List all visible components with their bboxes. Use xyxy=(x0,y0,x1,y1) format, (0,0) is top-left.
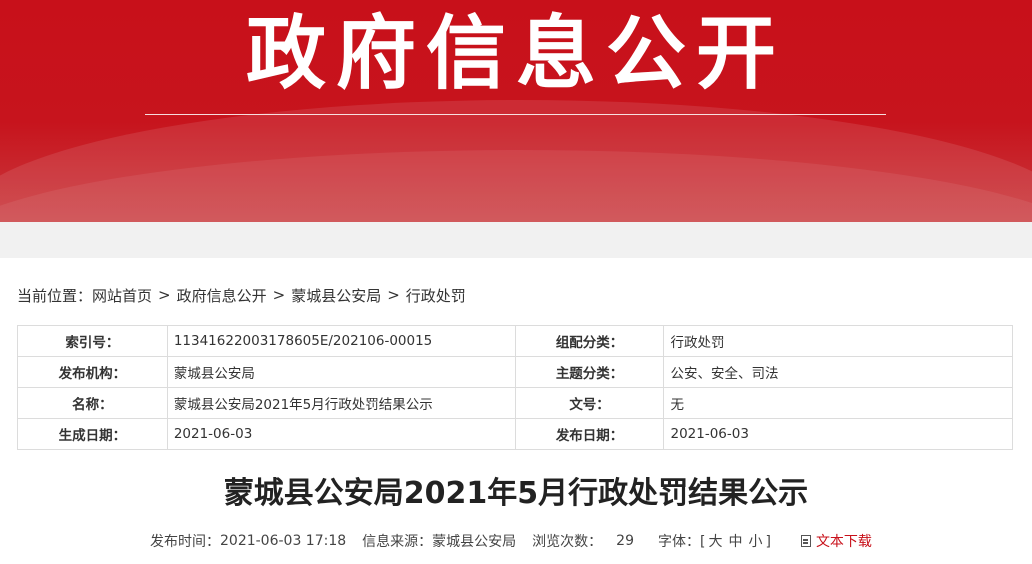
breadcrumb-admin-penalty[interactable]: 行政处罚 xyxy=(406,285,466,306)
text-download-link[interactable]: 文本下载 xyxy=(800,531,872,551)
views-count: 29 xyxy=(616,533,634,549)
text-download-label: 文本下载 xyxy=(815,534,872,550)
topic-value: 公安、安全、司法 xyxy=(663,356,1013,388)
breadcrumb-home[interactable]: 网站首页 xyxy=(92,285,152,306)
index-number-label: 索引号： xyxy=(17,325,168,357)
category-value: 行政处罚 xyxy=(663,325,1013,357)
font-size-small[interactable]: 小 xyxy=(748,534,762,550)
name-value: 蒙城县公安局2021年5月行政处罚结果公示 xyxy=(166,387,516,419)
publish-date-value: 2021-06-03 xyxy=(663,418,1013,450)
source-value: 蒙城县公安局 xyxy=(432,534,517,550)
font-size-close-bracket: ] xyxy=(765,534,771,550)
article-info-bar: 发布时间： 2021-06-03 17:18 信息来源： 蒙城县公安局 浏览次数… xyxy=(150,530,872,552)
font-size-large[interactable]: 大 xyxy=(708,534,722,550)
document-metadata-table: 索引号： 11341622003178605E/202106-00015 组配分… xyxy=(17,325,1013,450)
publish-time-value: 2021-06-03 17:18 xyxy=(220,533,347,549)
created-date-value: 2021-06-03 xyxy=(166,418,516,450)
breadcrumb-gov-info[interactable]: 政府信息公开 xyxy=(177,285,267,306)
breadcrumb-prefix: 当前位置： xyxy=(17,286,93,305)
font-size-label: 字体： xyxy=(658,534,700,550)
index-number-value: 11341622003178605E/202106-00015 xyxy=(166,325,516,357)
breadcrumb-separator: > xyxy=(158,286,171,304)
banner-divider xyxy=(145,114,886,115)
created-date-label: 生成日期： xyxy=(17,418,168,450)
font-size-open-bracket: [ xyxy=(700,534,706,550)
breadcrumb-police-bureau[interactable]: 蒙城县公安局 xyxy=(291,285,381,306)
article-title: 蒙城县公安局2021年5月行政处罚结果公示 xyxy=(223,476,809,511)
table-row: 生成日期： 2021-06-03 发布日期： 2021-06-03 xyxy=(17,418,1013,450)
table-row: 名称： 蒙城县公安局2021年5月行政处罚结果公示 文号： 无 xyxy=(17,387,1013,419)
name-label: 名称： xyxy=(17,387,168,419)
category-label: 组配分类： xyxy=(514,325,665,357)
source-label: 信息来源： xyxy=(362,534,433,550)
breadcrumb: 当前位置： 网站首页 > 政府信息公开 > 蒙城县公安局 > 行政处罚 xyxy=(17,284,466,306)
publisher-value: 蒙城县公安局 xyxy=(166,356,516,388)
banner-title: 政府信息公开 xyxy=(246,7,786,100)
publish-time-label: 发布时间： xyxy=(150,534,220,550)
topic-label: 主题分类： xyxy=(514,356,665,388)
publisher-label: 发布机构： xyxy=(17,356,168,388)
nav-band xyxy=(0,222,1032,258)
header-banner: 政府信息公开 xyxy=(0,0,1032,222)
publish-date-label: 发布日期： xyxy=(514,418,665,450)
breadcrumb-separator: > xyxy=(387,286,400,304)
doc-number-value: 无 xyxy=(663,387,1013,419)
font-size-switch: [大中小] xyxy=(700,531,771,551)
breadcrumb-separator: > xyxy=(272,286,286,304)
font-size-medium[interactable]: 中 xyxy=(728,534,742,550)
document-icon xyxy=(800,535,811,547)
table-row: 发布机构： 蒙城县公安局 主题分类： 公安、安全、司法 xyxy=(17,356,1013,388)
table-row: 索引号： 11341622003178605E/202106-00015 组配分… xyxy=(17,325,1013,357)
doc-number-label: 文号： xyxy=(514,387,665,419)
views-label: 浏览次数： xyxy=(532,534,603,550)
